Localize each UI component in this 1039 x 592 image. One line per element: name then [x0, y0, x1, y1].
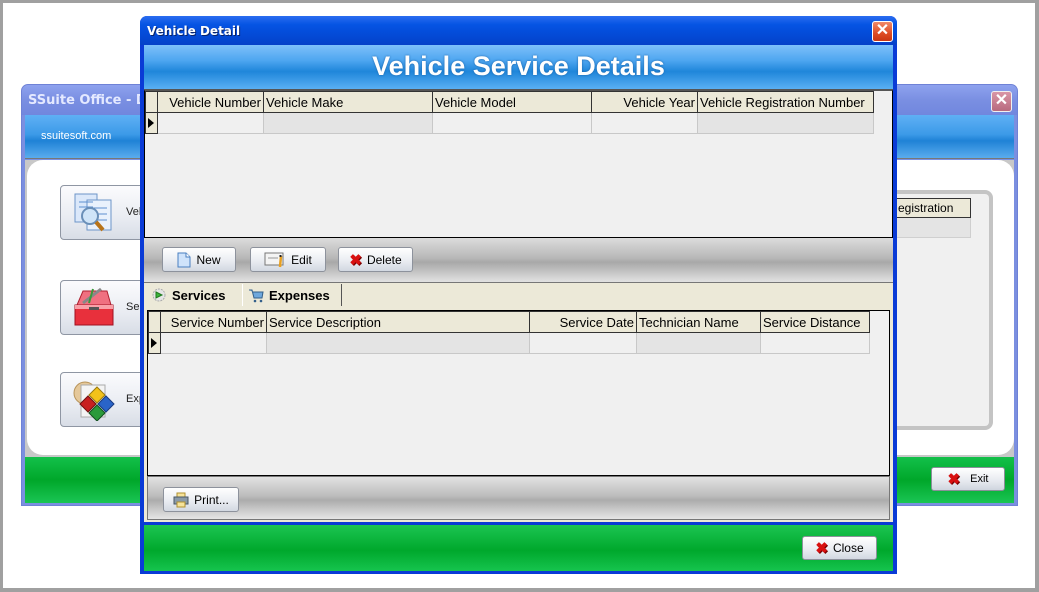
tab-services[interactable]: Services [146, 284, 242, 306]
row-indicator[interactable] [148, 332, 161, 354]
print-label: Print... [194, 492, 229, 507]
x-icon: ✖ [947, 471, 961, 488]
column-header-vehicle-number[interactable]: Vehicle Number [157, 91, 264, 113]
close-icon: ✕ [875, 22, 890, 39]
table-row[interactable] [145, 112, 874, 134]
vehicle-table: Vehicle Number Vehicle Make Vehicle Mode… [145, 91, 874, 134]
edit-button[interactable]: Edit [250, 247, 326, 272]
expenses-diamond-icon [73, 381, 115, 421]
close-x-icon: ✖ [815, 540, 828, 557]
column-header-technician-name[interactable]: Technician Name [636, 311, 761, 333]
cell-vehicle-make[interactable] [263, 112, 433, 134]
column-header-service-distance[interactable]: Service Distance [760, 311, 870, 333]
vehicle-grid[interactable]: Vehicle Number Vehicle Make Vehicle Mode… [144, 90, 893, 238]
column-header-service-description[interactable]: Service Description [266, 311, 530, 333]
cell-vehicle-model[interactable] [432, 112, 592, 134]
cell-technician-name[interactable] [636, 332, 761, 354]
edit-label: Edit [291, 252, 312, 267]
exit-button[interactable]: ✖ Exit [931, 467, 1005, 491]
exit-label: Exit [970, 473, 989, 485]
delete-button[interactable]: ✖ Delete [338, 247, 413, 272]
delete-x-icon: ✖ [349, 251, 362, 269]
cell-service-distance[interactable] [760, 332, 870, 354]
column-header-vehicle-make[interactable]: Vehicle Make [263, 91, 433, 113]
website-link[interactable]: ssuitesoft.com [41, 130, 111, 142]
dialog-title: Vehicle Detail [147, 24, 241, 38]
vehicle-detail-dialog: Vehicle Detail ✕ Vehicle Service Details… [140, 16, 897, 574]
column-header-service-date[interactable]: Service Date [529, 311, 637, 333]
vehicle-toolbar: New Edit ✖ Delete [144, 238, 893, 283]
vehicle-grid-header-row: Vehicle Number Vehicle Make Vehicle Mode… [145, 91, 874, 113]
banner: Vehicle Service Details [144, 45, 893, 90]
background-grid-panel: egistration [895, 190, 993, 430]
column-header-vehicle-registration-number[interactable]: Vehicle Registration Number [697, 91, 874, 113]
column-header-vehicle-year[interactable]: Vehicle Year [591, 91, 698, 113]
cell-vehicle-registration[interactable] [697, 112, 874, 134]
printer-icon [173, 492, 189, 507]
detail-tabs: Services Expenses [144, 283, 893, 306]
dialog-close-button[interactable]: ✕ [872, 21, 893, 42]
background-grid-header-registration[interactable]: egistration [895, 198, 971, 218]
column-header-vehicle-model[interactable]: Vehicle Model [432, 91, 592, 113]
toolbox-icon [74, 287, 114, 326]
banner-title: Vehicle Service Details [372, 51, 665, 81]
current-row-arrow-icon [148, 118, 154, 128]
service-grid[interactable]: Service Number Service Description Servi… [147, 310, 890, 476]
new-label: New [196, 252, 221, 267]
background-close-button[interactable]: ✕ [991, 91, 1012, 112]
row-indicator-header [145, 91, 158, 113]
tab-services-label: Services [172, 287, 226, 303]
print-button[interactable]: Print... [163, 487, 239, 512]
current-row-arrow-icon [151, 338, 157, 348]
document-search-icon [74, 193, 112, 232]
services-tab-panel: Service Number Service Description Servi… [144, 306, 893, 522]
dialog-titlebar[interactable]: Vehicle Detail ✕ [140, 16, 897, 45]
background-grid-header-label: egistration [898, 201, 954, 215]
column-header-service-number[interactable]: Service Number [160, 311, 267, 333]
cell-service-description[interactable] [266, 332, 530, 354]
new-button[interactable]: New [162, 247, 236, 272]
row-indicator-header [148, 311, 161, 333]
cart-icon [249, 289, 264, 303]
cell-vehicle-number[interactable] [157, 112, 264, 134]
tab-expenses-label: Expenses [269, 287, 330, 303]
new-document-icon [177, 252, 191, 267]
tab-expenses[interactable]: Expenses [242, 284, 342, 306]
background-grid-cell[interactable] [895, 218, 971, 238]
cell-service-number[interactable] [160, 332, 267, 354]
cell-service-date[interactable] [529, 332, 637, 354]
row-indicator[interactable] [145, 112, 158, 134]
close-label: Close [832, 541, 864, 555]
edit-pencil-icon [264, 252, 284, 267]
close-icon: ✕ [994, 92, 1009, 109]
delete-label: Delete [366, 252, 402, 267]
cell-vehicle-year[interactable] [591, 112, 698, 134]
dialog-footer: ✖ Close [144, 525, 893, 571]
table-row[interactable] [148, 332, 870, 354]
services-toolbar: Print... [147, 476, 890, 520]
services-gear-icon [152, 288, 166, 302]
close-button[interactable]: ✖ Close [802, 536, 877, 560]
service-grid-header-row: Service Number Service Description Servi… [148, 311, 870, 333]
service-table: Service Number Service Description Servi… [148, 311, 870, 354]
